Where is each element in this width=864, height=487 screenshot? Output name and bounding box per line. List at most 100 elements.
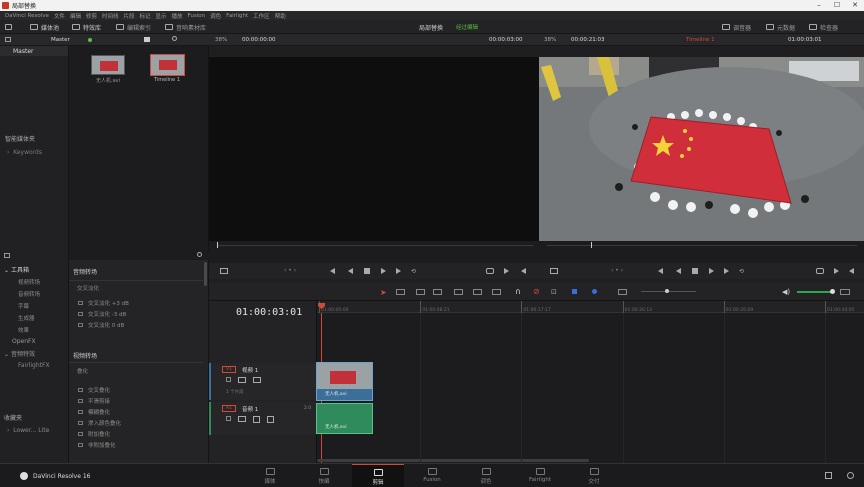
video-clip[interactable]: 无人机.avi xyxy=(316,362,373,401)
snapping-icon[interactable]: ∩ xyxy=(515,287,521,296)
skip-start-icon[interactable] xyxy=(330,268,335,276)
stop-icon[interactable] xyxy=(692,268,698,274)
edit-index-button[interactable]: 编辑索引 xyxy=(116,20,151,34)
track-tag[interactable]: V1 xyxy=(222,366,236,373)
timeline-ruler[interactable]: 01:00:00:00 01:00:08:21 01:00:17:17 01:00:2… xyxy=(317,301,864,313)
trim-tool-icon[interactable] xyxy=(396,289,405,295)
page-tab[interactable]: 交付 xyxy=(568,464,620,487)
menu-item[interactable]: 调色 xyxy=(210,12,221,20)
zoom-full-icon[interactable] xyxy=(618,289,627,295)
clip-thumbnail[interactable] xyxy=(91,55,125,75)
menu-item[interactable]: Fusion xyxy=(188,13,206,19)
solo-icon[interactable] xyxy=(253,416,260,423)
overwrite-clip-icon[interactable] xyxy=(473,289,482,295)
minimize-button[interactable]: – xyxy=(810,0,828,11)
media-pool-button[interactable]: 媒体池 xyxy=(30,20,59,34)
page-tab[interactable]: Fairlight xyxy=(514,464,566,487)
source-playhead[interactable] xyxy=(217,242,218,248)
skip-start-icon[interactable] xyxy=(658,268,663,276)
loop-icon[interactable]: ⟲ xyxy=(411,268,416,275)
openfx-item[interactable]: OpenFX xyxy=(12,338,36,345)
menu-item[interactable]: 标记 xyxy=(140,12,151,20)
blade-tool-icon[interactable] xyxy=(433,289,442,295)
skip-end-icon[interactable] xyxy=(724,268,729,276)
mark-out-icon[interactable] xyxy=(521,268,526,276)
mute-icon[interactable] xyxy=(267,416,274,423)
effect-item[interactable]: 非附加叠化 xyxy=(69,439,203,450)
flag-color-icon[interactable] xyxy=(572,289,577,294)
lock-icon[interactable] xyxy=(226,377,231,382)
selection-tool-icon[interactable]: ➤ xyxy=(380,288,387,297)
lock-icon[interactable] xyxy=(226,416,231,421)
effects-library-button[interactable]: 特效库 xyxy=(72,20,101,34)
grid-view-icon[interactable] xyxy=(144,37,150,42)
effects-category-item[interactable]: 视频转场 xyxy=(18,276,40,288)
effect-item[interactable]: 平滑剪接 xyxy=(69,395,203,406)
prg-zoom[interactable]: 38% xyxy=(544,37,556,43)
sidebar-toggle-icon[interactable] xyxy=(5,37,11,42)
play-icon[interactable] xyxy=(381,268,386,276)
replace-clip-icon[interactable] xyxy=(492,289,501,295)
effect-item[interactable]: 交叉叠化 xyxy=(69,384,203,395)
effect-item[interactable]: 交叉淡化 -3 dB xyxy=(69,308,203,319)
volume-slider[interactable] xyxy=(797,291,833,293)
match-frame-icon[interactable] xyxy=(486,268,494,274)
menu-item[interactable]: 播放 xyxy=(172,12,183,20)
lock-icon[interactable]: ⊡ xyxy=(551,288,557,296)
effect-item[interactable]: 渗入颜色叠化 xyxy=(69,417,203,428)
marker-color-icon[interactable] xyxy=(592,289,597,294)
jog-control[interactable]: ‹ • › xyxy=(284,267,296,274)
menu-item[interactable]: 修剪 xyxy=(86,12,97,20)
page-tab[interactable]: 调色 xyxy=(460,464,512,487)
linked-selection-icon[interactable]: ⊘ xyxy=(533,287,540,296)
menu-item[interactable]: DaVinci Resolve xyxy=(5,13,49,19)
mark-in-icon[interactable] xyxy=(834,268,839,276)
close-button[interactable]: ✕ xyxy=(846,0,864,11)
meter-icon[interactable] xyxy=(840,289,850,295)
menu-item[interactable]: 编辑 xyxy=(70,12,81,20)
menu-item[interactable]: 工作区 xyxy=(253,12,270,20)
search-icon[interactable] xyxy=(197,252,202,257)
effects-category-item[interactable]: 生成器 xyxy=(18,312,40,324)
audio-clip[interactable]: 无人机.avi xyxy=(316,403,373,434)
viewer-mode-icon[interactable] xyxy=(220,268,228,274)
panel-toggle-icon[interactable] xyxy=(5,20,15,34)
program-viewer[interactable] xyxy=(539,57,864,241)
audio-fx-item[interactable]: ⌄ 音频特效 xyxy=(4,349,35,358)
auto-select-icon[interactable] xyxy=(238,377,246,383)
track-visibility-icon[interactable] xyxy=(253,377,261,383)
play-icon[interactable] xyxy=(709,268,714,276)
fairlight-fx-item[interactable]: FairlightFX xyxy=(18,362,50,369)
page-tab[interactable]: Fusion xyxy=(406,464,458,487)
home-icon[interactable] xyxy=(825,472,832,479)
timeline-area[interactable]: 01:00:00:00 01:00:08:21 01:00:17:17 01:00:2… xyxy=(316,301,864,463)
rewind-icon[interactable] xyxy=(348,268,353,276)
mixer-button[interactable]: 调音器 xyxy=(722,20,751,34)
metadata-button[interactable]: 元数据 xyxy=(766,20,795,34)
jog-control[interactable]: ‹ • › xyxy=(611,267,623,274)
timeline-thumbnail[interactable] xyxy=(150,54,185,76)
match-frame-icon[interactable] xyxy=(816,268,824,274)
effects-category-item[interactable]: 字幕 xyxy=(18,300,40,312)
viewer-mode-icon[interactable] xyxy=(550,268,558,274)
master-bin[interactable]: Master xyxy=(0,46,68,56)
search-icon[interactable] xyxy=(172,36,177,41)
source-viewer[interactable] xyxy=(209,57,539,241)
inspector-button[interactable]: 检查器 xyxy=(809,20,838,34)
menu-item[interactable]: 时间线 xyxy=(102,12,119,20)
keywords-bin[interactable]: › Keywords xyxy=(7,149,42,156)
page-tab[interactable]: 剪辑 xyxy=(352,464,404,487)
effect-item[interactable]: 附加叠化 xyxy=(69,428,203,439)
menu-item[interactable]: 显示 xyxy=(156,12,167,20)
mark-out-icon[interactable] xyxy=(849,268,854,276)
toolbox-item[interactable]: ⌄ 工具箱 xyxy=(4,265,29,274)
effect-item[interactable]: 交叉淡化 +3 dB xyxy=(69,297,203,308)
mark-in-icon[interactable] xyxy=(504,268,509,276)
sound-library-button[interactable]: 音响素材库 xyxy=(165,20,206,34)
volume-icon[interactable]: ◀) xyxy=(782,288,790,296)
maximize-button[interactable]: ☐ xyxy=(828,0,846,11)
volume-handle[interactable] xyxy=(830,289,835,294)
menu-item[interactable]: Fairlight xyxy=(226,13,248,19)
zoom-handle[interactable] xyxy=(665,289,669,293)
dynamic-trim-icon[interactable] xyxy=(416,289,425,295)
